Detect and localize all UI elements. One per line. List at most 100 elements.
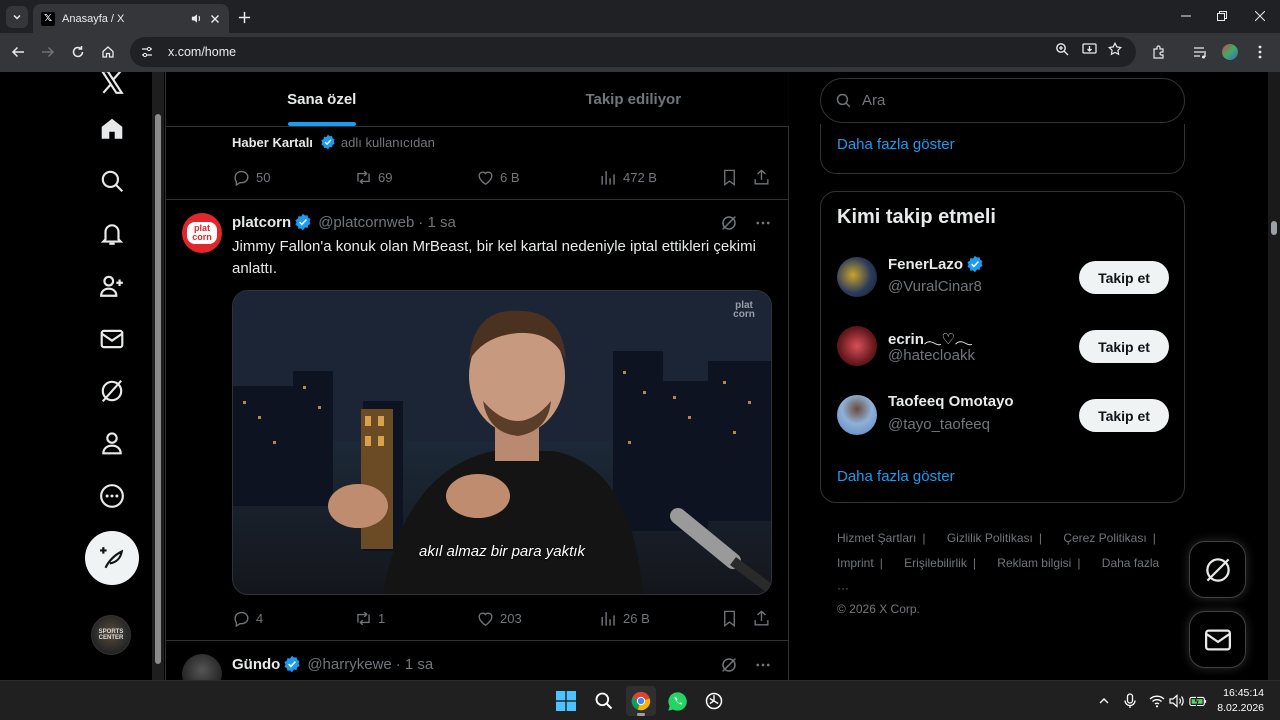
- audio-icon[interactable]: [190, 12, 203, 25]
- page-scrollbar-thumb[interactable]: [155, 114, 161, 664]
- bookmark-button[interactable]: [720, 166, 744, 188]
- window-scrollbar-thumb[interactable]: [1271, 221, 1277, 235]
- tweet-author-handle[interactable]: @platcornweb: [318, 214, 414, 231]
- nav-explore[interactable]: [94, 163, 130, 199]
- nav-profile[interactable]: [94, 425, 130, 461]
- zoom-icon[interactable]: [1053, 40, 1071, 58]
- nav-messages[interactable]: [94, 321, 130, 357]
- tweet-more-button[interactable]: [754, 656, 772, 674]
- suggestion-name[interactable]: FenerLazo: [888, 256, 963, 273]
- taskbar-clock[interactable]: 16:45:14 8.02.2026: [1217, 686, 1264, 716]
- grok-float-button[interactable]: [1189, 541, 1246, 598]
- tweet-author-name[interactable]: Gündo: [232, 656, 280, 673]
- messages-float-button[interactable]: [1189, 611, 1246, 668]
- share-button[interactable]: [752, 607, 776, 629]
- bookmark-star-icon[interactable]: [1106, 40, 1124, 58]
- page-scrollbar[interactable]: [152, 72, 164, 680]
- bookmark-button[interactable]: [720, 607, 744, 629]
- tray-overflow-icon[interactable]: [1095, 692, 1113, 710]
- forward-button[interactable]: [38, 42, 58, 62]
- reply-button[interactable]: 4: [232, 607, 263, 629]
- show-more-link[interactable]: Daha fazla göster: [837, 136, 955, 153]
- reload-button[interactable]: [68, 42, 88, 62]
- start-button[interactable]: [551, 686, 581, 716]
- views-button[interactable]: 26 B: [599, 607, 650, 629]
- tweet-time[interactable]: · 1 sa: [418, 214, 456, 231]
- battery-icon[interactable]: [1189, 692, 1207, 710]
- nav-notifications[interactable]: [94, 216, 130, 252]
- nav-more[interactable]: [94, 478, 130, 514]
- footer-link-ads-info[interactable]: Reklam bilgisi: [997, 556, 1071, 570]
- tweet-more-button[interactable]: [754, 214, 772, 232]
- new-tab-button[interactable]: [234, 7, 254, 27]
- grok-explain-button[interactable]: [720, 656, 738, 674]
- reply-button[interactable]: 50: [232, 166, 270, 188]
- close-tab-icon[interactable]: [209, 13, 221, 25]
- tweet-avatar[interactable]: plat corn: [182, 213, 222, 253]
- tab-search-button[interactable]: [6, 6, 28, 28]
- taskbar-whatsapp[interactable]: [662, 686, 692, 716]
- like-button[interactable]: 6 B: [476, 166, 520, 188]
- nav-follow[interactable]: [94, 268, 130, 304]
- repost-source-name[interactable]: Haber Kartalı: [232, 135, 313, 150]
- share-button[interactable]: [752, 166, 776, 188]
- profile-button[interactable]: [1220, 42, 1240, 62]
- x-logo-link[interactable]: [94, 72, 130, 100]
- site-settings-icon[interactable]: [138, 43, 156, 61]
- footer-link-cookies[interactable]: Çerez Politikası: [1063, 531, 1146, 545]
- show-more-link[interactable]: Daha fazla göster: [837, 468, 955, 485]
- mail-icon: [1204, 629, 1231, 650]
- post-button[interactable]: [85, 531, 139, 585]
- address-bar[interactable]: x.com/home: [130, 37, 1136, 67]
- follow-suggestion[interactable]: ecrin𓂃♡𓂃 @hatecloakk Takip et: [837, 322, 1169, 370]
- extensions-button[interactable]: [1148, 42, 1168, 62]
- follow-button[interactable]: Takip et: [1079, 330, 1169, 363]
- footer-link-imprint[interactable]: Imprint: [837, 556, 874, 570]
- follow-button[interactable]: Takip et: [1079, 261, 1169, 294]
- volume-icon[interactable]: [1168, 692, 1186, 710]
- grok-explain-button[interactable]: [720, 214, 738, 232]
- browser-tab-active[interactable]: 𝕏 Anasayfa / X: [33, 4, 229, 33]
- microphone-icon[interactable]: [1121, 692, 1139, 710]
- tweet-avatar[interactable]: [182, 654, 222, 680]
- footer-link-terms[interactable]: Hizmet Şartları: [837, 531, 916, 545]
- like-button[interactable]: 203: [476, 607, 522, 629]
- views-button[interactable]: 472 B: [599, 166, 657, 188]
- footer-link-accessibility[interactable]: Erişilebilirlik: [904, 556, 967, 570]
- home-button[interactable]: [98, 42, 118, 62]
- nav-grok[interactable]: [94, 373, 130, 409]
- tweet-time[interactable]: · 1 sa: [396, 656, 434, 673]
- follow-suggestion[interactable]: Taofeeq Omotayo @tayo_taofeeq Takip et: [837, 391, 1169, 439]
- tab-for-you-label: Sana özel: [287, 90, 357, 108]
- tab-following[interactable]: Takip ediliyor: [478, 72, 790, 126]
- suggestion-name[interactable]: ecrin𓂃♡𓂃: [888, 324, 972, 349]
- nav-home[interactable]: [94, 111, 130, 147]
- repost-button[interactable]: 1: [354, 607, 385, 629]
- follow-button[interactable]: Takip et: [1079, 399, 1169, 432]
- minimize-button[interactable]: [1174, 6, 1198, 26]
- account-avatar[interactable]: SPORTS CENTER: [91, 615, 131, 655]
- tweet-author-handle[interactable]: @harrykewe: [307, 656, 391, 673]
- taskbar-chrome[interactable]: [626, 686, 656, 716]
- repost-button[interactable]: 69: [354, 166, 392, 188]
- follow-suggestion[interactable]: FenerLazo @VuralCinar8 Takip et: [837, 253, 1169, 301]
- install-app-icon[interactable]: [1080, 40, 1098, 58]
- taskbar-chatgpt[interactable]: [699, 686, 729, 716]
- tweet-author-name[interactable]: platcorn: [232, 214, 291, 231]
- maximize-button[interactable]: [1210, 6, 1234, 26]
- back-button[interactable]: [8, 42, 28, 62]
- tab-for-you[interactable]: Sana özel: [166, 72, 478, 126]
- media-control-button[interactable]: [1190, 42, 1210, 62]
- window-scrollbar[interactable]: [1268, 72, 1280, 680]
- taskbar-search-button[interactable]: [589, 686, 619, 716]
- suggestion-avatar[interactable]: [837, 395, 877, 435]
- close-window-button[interactable]: [1248, 6, 1272, 26]
- suggestion-avatar[interactable]: [837, 326, 877, 366]
- footer-link-privacy[interactable]: Gizlilik Politikası: [947, 531, 1033, 545]
- search-input[interactable]: Ara: [820, 78, 1185, 123]
- suggestion-name[interactable]: Taofeeq Omotayo: [888, 393, 1014, 410]
- wifi-icon[interactable]: [1148, 692, 1166, 710]
- tweet-video[interactable]: plat corn akıl almaz bir para yaktık: [232, 290, 772, 595]
- browser-menu-button[interactable]: [1250, 42, 1270, 62]
- suggestion-avatar[interactable]: [837, 257, 877, 297]
